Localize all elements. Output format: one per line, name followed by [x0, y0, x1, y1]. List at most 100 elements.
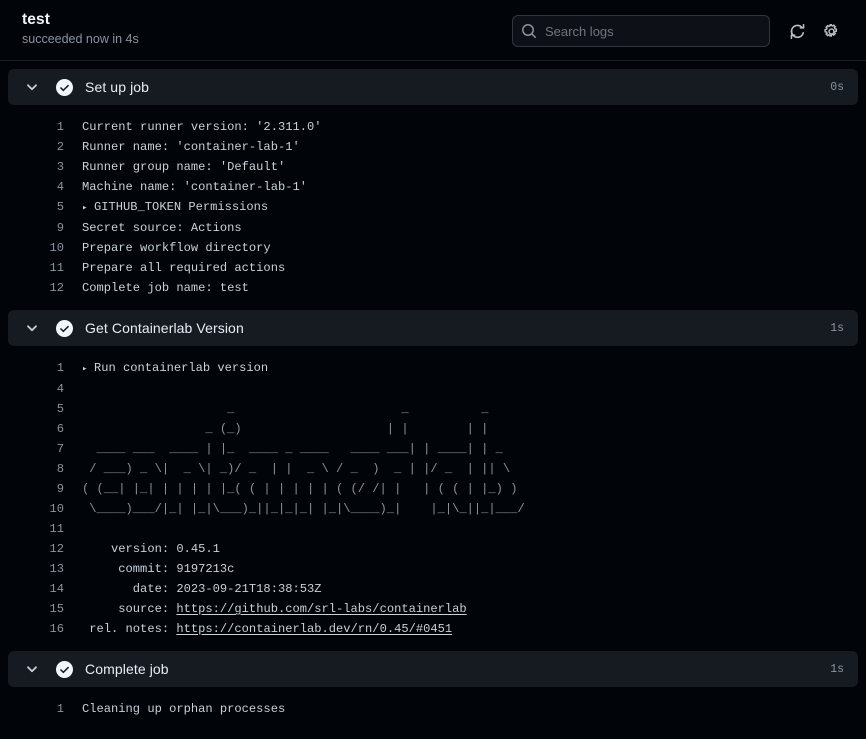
search-logs-wrapper — [512, 15, 770, 47]
step-name: Get Containerlab Version — [85, 320, 244, 336]
log-line[interactable]: 7 ____ ___ ____ | |_ ____ _ ____ ____ __… — [8, 439, 858, 459]
line-text: Run containerlab version — [94, 361, 269, 375]
chevron-down-icon — [24, 79, 40, 95]
line-text: Prepare all required actions — [82, 261, 286, 275]
line-text: source: — [82, 602, 177, 616]
log-line[interactable]: 16 rel. notes: https://containerlab.dev/… — [8, 619, 858, 639]
step-header[interactable]: Complete job 1s — [8, 651, 858, 687]
line-number: 12 — [49, 281, 64, 295]
line-number: 13 — [49, 562, 64, 576]
line-number: 1 — [56, 361, 64, 375]
log-line[interactable]: 12 Complete job name: test — [8, 278, 858, 298]
log-line[interactable]: 1 Cleaning up orphan processes — [8, 699, 858, 719]
line-number: 14 — [49, 582, 64, 596]
log-line[interactable]: 10 Prepare workflow directory — [8, 238, 858, 258]
refresh-logs-button[interactable] — [780, 15, 814, 47]
line-text: Current runner version: '2.311.0' — [82, 120, 322, 134]
log-line[interactable]: 9 Secret source: Actions — [8, 218, 858, 238]
log-line[interactable]: 11 Prepare all required actions — [8, 258, 858, 278]
log-line[interactable]: 8 / ___) _ \| _ \| _)/ _ | | _ \ / _ ) _… — [8, 459, 858, 479]
ascii-art-line: _ (_) | | | | — [82, 422, 489, 436]
log-step-complete-job: Complete job 1s 1 Cleaning up orphan proc… — [8, 651, 858, 723]
ascii-art-line: \____)___/|_| |_|\___)_||_|_|_| |_|\____… — [82, 502, 525, 516]
step-name: Complete job — [85, 661, 169, 677]
log-line[interactable]: 12 version: 0.45.1 — [8, 539, 858, 559]
log-line[interactable]: 3 Runner group name: 'Default' — [8, 157, 858, 177]
step-log-lines: 1 ▸ Run containerlab version 4 5 _ _ _ 6 _… — [8, 346, 858, 643]
chevron-down-icon — [24, 320, 40, 336]
line-number: 9 — [56, 221, 64, 235]
line-number: 4 — [56, 180, 64, 194]
line-number: 9 — [56, 482, 64, 496]
log-line[interactable]: 9 ( (__| |_| | | | | |_( ( | | | | | ( (/… — [8, 479, 858, 499]
refresh-icon — [790, 23, 804, 39]
line-text: Machine name: 'container-lab-1' — [82, 180, 307, 194]
job-summary: test succeeded now in 4s — [22, 9, 139, 47]
log-line[interactable]: 1 Current runner version: '2.311.0' — [8, 117, 858, 137]
line-number: 11 — [49, 522, 64, 536]
step-header[interactable]: Get Containerlab Version 1s — [8, 310, 858, 346]
log-line[interactable]: 4 — [8, 379, 858, 399]
line-number: 10 — [49, 241, 64, 255]
line-number: 1 — [56, 120, 64, 134]
gear-icon — [823, 23, 837, 37]
log-step-set-up-job: Set up job 0s 1 Current runner version: '… — [8, 69, 858, 302]
line-text — [64, 519, 82, 539]
line-text: commit: 9197213c — [82, 562, 235, 576]
log-line-expandable[interactable]: 1 ▸ Run containerlab version — [8, 358, 858, 379]
step-log-lines: 1 Current runner version: '2.311.0' 2 Runn… — [8, 105, 858, 302]
expand-triangle-icon[interactable]: ▸ — [82, 198, 94, 218]
line-number: 12 — [49, 542, 64, 556]
log-line[interactable]: 14 date: 2023-09-21T18:38:53Z — [8, 579, 858, 599]
log-line[interactable]: 11 — [8, 519, 858, 539]
line-number: 10 — [49, 502, 64, 516]
line-number: 3 — [56, 160, 64, 174]
settings-button[interactable] — [814, 15, 848, 47]
log-line-expandable[interactable]: 5 ▸ GITHUB_TOKEN Permissions — [8, 197, 858, 218]
line-text: Cleaning up orphan processes — [82, 702, 286, 716]
line-number: 4 — [56, 382, 64, 396]
line-text: date: 2023-09-21T18:38:53Z — [82, 582, 322, 596]
search-input[interactable] — [512, 15, 770, 47]
job-status-text: succeeded now in 4s — [22, 32, 139, 46]
log-step-get-containerlab-version: Get Containerlab Version 1s 1 ▸ Run contai… — [8, 310, 858, 643]
step-duration: 0s — [830, 80, 844, 94]
log-line[interactable]: 13 commit: 9197213c — [8, 559, 858, 579]
step-header[interactable]: Set up job 0s — [8, 69, 858, 105]
line-text: Runner group name: 'Default' — [82, 160, 286, 174]
log-line[interactable]: 6 _ (_) | | | | — [8, 419, 858, 439]
line-number: 7 — [56, 442, 64, 456]
log-header: test succeeded now in 4s — [0, 0, 866, 60]
log-body: Set up job 0s 1 Current runner version: '… — [0, 60, 866, 739]
line-number: 8 — [56, 462, 64, 476]
chevron-down-icon — [24, 661, 40, 677]
log-line[interactable]: 4 Machine name: 'container-lab-1' — [8, 177, 858, 197]
expand-triangle-icon[interactable]: ▸ — [82, 359, 94, 379]
header-actions — [512, 9, 848, 47]
log-link-release-notes[interactable]: https://containerlab.dev/rn/0.45/#0451 — [176, 622, 452, 636]
line-number: 16 — [49, 622, 64, 636]
log-line[interactable]: 10 \____)___/|_| |_|\___)_||_|_|_| |_|\_… — [8, 499, 858, 519]
line-text: Prepare workflow directory — [82, 241, 271, 255]
line-number: 5 — [56, 402, 64, 416]
page-title: test — [22, 11, 50, 28]
log-link-source[interactable]: https://github.com/srl-labs/containerlab — [176, 602, 466, 616]
ascii-art-line: _ _ _ — [82, 402, 489, 416]
step-log-lines: 1 Cleaning up orphan processes — [8, 687, 858, 723]
step-name: Set up job — [85, 79, 150, 95]
check-circle-icon — [56, 319, 73, 337]
line-text: Secret source: Actions — [82, 221, 242, 235]
log-line[interactable]: 2 Runner name: 'container-lab-1' — [8, 137, 858, 157]
ascii-art-line: ____ ___ ____ | |_ ____ _ ____ ____ ___|… — [82, 442, 503, 456]
ascii-art-line: ( (__| |_| | | | | |_( ( | | | | | ( (/ … — [82, 482, 518, 496]
line-number: 15 — [49, 602, 64, 616]
line-text: rel. notes: — [82, 622, 177, 636]
step-duration: 1s — [830, 662, 844, 676]
line-text: Runner name: 'container-lab-1' — [82, 140, 300, 154]
line-number: 1 — [56, 702, 64, 716]
log-line[interactable]: 5 _ _ _ — [8, 399, 858, 419]
ascii-art-line: / ___) _ \| _ \| _)/ _ | | _ \ / _ ) _ |… — [82, 462, 511, 476]
log-line[interactable]: 15 source: https://github.com/srl-labs/c… — [8, 599, 858, 619]
line-number: 11 — [49, 261, 64, 275]
check-circle-icon — [56, 78, 73, 96]
